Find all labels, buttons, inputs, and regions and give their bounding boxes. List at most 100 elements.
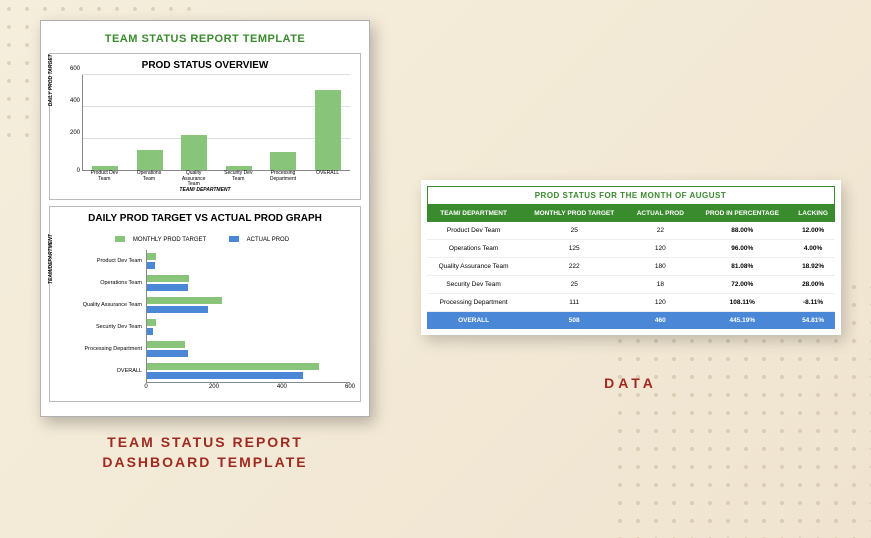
chart1-title: PROD STATUS OVERVIEW [56, 60, 354, 71]
chart1-bars [82, 75, 350, 171]
chart2-title: DAILY PROD TARGET VS ACTUAL PROD GRAPH [56, 213, 354, 224]
cell-actual: 120 [628, 240, 693, 258]
cell-target: 25 [521, 276, 628, 294]
table-footer: OVERALL 508 460 445.19% 54.81% [427, 312, 835, 330]
footer-lack: 54.81% [792, 312, 835, 330]
cell-lack: 28.00% [792, 276, 835, 294]
table-row: Security Dev Team 25 18 72.00% 28.00% [427, 276, 835, 294]
chart-prod-status-overview: PROD STATUS OVERVIEW DAILY PROD TARGET 0… [49, 53, 361, 200]
cell-lack: 18.92% [792, 258, 835, 276]
ycat: Quality Assurance Team [82, 302, 142, 308]
chart1-ylabel: DAILY PROD TARGET [48, 54, 54, 106]
cell-actual: 120 [628, 294, 693, 312]
cell-pct: 88.00% [693, 222, 792, 240]
table-row: Product Dev Team 25 22 88.00% 12.00% [427, 222, 835, 240]
xtick: 200 [209, 384, 219, 390]
xtick: 600 [345, 384, 355, 390]
right-caption: DATA [604, 375, 657, 391]
cell-target: 222 [521, 258, 628, 276]
ycat: Product Dev Team [82, 258, 142, 264]
chart2-plot: Product Dev Team Operations Team Quality… [82, 250, 350, 395]
xcat: Product Dev Team [86, 171, 122, 185]
cell-pct: 81.08% [693, 258, 792, 276]
xtick: 400 [277, 384, 287, 390]
th: ACTUAL PROD [628, 205, 693, 222]
cell-actual: 22 [628, 222, 693, 240]
xcat: Processing Department [265, 171, 301, 185]
hbar-row: OVERALL [146, 360, 350, 382]
ycat: Operations Team [82, 280, 142, 286]
footer-pct: 445.19% [693, 312, 792, 330]
cell-target: 25 [521, 222, 628, 240]
cell-team: Processing Department [427, 294, 521, 312]
ycat: Security Dev Team [82, 324, 142, 330]
chart1-xlabel: TEAM/ DEPARTMENT [56, 187, 354, 193]
footer-target: 508 [521, 312, 628, 330]
cell-pct: 72.00% [693, 276, 792, 294]
th: LACKING [792, 205, 835, 222]
legend-item: MONTHLY PROD TARGET [115, 237, 212, 243]
cell-team: Operations Team [427, 240, 521, 258]
ytick: 600 [70, 66, 80, 72]
sheet-title: TEAM STATUS REPORT TEMPLATE [49, 33, 361, 45]
footer-actual: 460 [628, 312, 693, 330]
cell-actual: 18 [628, 276, 693, 294]
left-caption: TEAM STATUS REPORT DASHBOARD TEMPLATE [102, 433, 307, 472]
cell-lack: 12.00% [792, 222, 835, 240]
cell-target: 125 [521, 240, 628, 258]
left-column: TEAM STATUS REPORT TEMPLATE PROD STATUS … [30, 20, 380, 518]
table-row: Operations Team 125 120 96.00% 4.00% [427, 240, 835, 258]
th: PROD IN PERCENTAGE [693, 205, 792, 222]
hbar-row: Processing Department [146, 338, 350, 360]
xcat: Quality Assurance Team [176, 171, 212, 185]
chart2-bars: Product Dev Team Operations Team Quality… [146, 250, 350, 383]
cell-pct: 108.11% [693, 294, 792, 312]
legend-label: MONTHLY PROD TARGET [133, 237, 206, 243]
cell-actual: 180 [628, 258, 693, 276]
hbar-row: Quality Assurance Team [146, 294, 350, 316]
chart1-yticks: 0 200 400 600 [60, 75, 80, 171]
xcat: Security Dev Team [220, 171, 256, 185]
caption-line: DASHBOARD TEMPLATE [102, 453, 307, 473]
table-row: Quality Assurance Team 222 180 81.08% 18… [427, 258, 835, 276]
prod-status-table: TEAM/ DEPARTMENT MONTHLY PROD TARGET ACT… [427, 205, 835, 329]
cell-pct: 96.00% [693, 240, 792, 258]
bar [137, 150, 163, 170]
right-column: PROD STATUS FOR THE MONTH OF AUGUST TEAM… [420, 20, 841, 518]
bar [315, 90, 341, 170]
ycat: Processing Department [82, 346, 142, 352]
chart2-ylabel: TEAM/DEPARTMENT [48, 234, 54, 284]
chart-target-vs-actual: DAILY PROD TARGET VS ACTUAL PROD GRAPH M… [49, 206, 361, 402]
table-body: Product Dev Team 25 22 88.00% 12.00% Ope… [427, 222, 835, 312]
hbar-row: Security Dev Team [146, 316, 350, 338]
xcat: OVERALL [310, 171, 346, 185]
bar [270, 152, 296, 170]
legend-label: ACTUAL PROD [247, 237, 289, 243]
hbar-row: Operations Team [146, 272, 350, 294]
legend-item: ACTUAL PROD [229, 237, 295, 243]
chart2-xticks: 0 200 400 600 [146, 383, 350, 395]
table-row: Processing Department 111 120 108.11% -8… [427, 294, 835, 312]
cell-target: 111 [521, 294, 628, 312]
chart1-plot: 0 200 400 600 [82, 75, 350, 185]
table-header: TEAM/ DEPARTMENT MONTHLY PROD TARGET ACT… [427, 205, 835, 222]
xtick: 0 [144, 384, 147, 390]
report-sheet: TEAM STATUS REPORT TEMPLATE PROD STATUS … [40, 20, 370, 417]
table-title: PROD STATUS FOR THE MONTH OF AUGUST [427, 186, 835, 205]
bar [181, 135, 207, 170]
chart2-legend: MONTHLY PROD TARGET ACTUAL PROD [56, 228, 354, 246]
hbar-row: Product Dev Team [146, 250, 350, 272]
cell-team: Security Dev Team [427, 276, 521, 294]
cell-team: Product Dev Team [427, 222, 521, 240]
cell-team: Quality Assurance Team [427, 258, 521, 276]
th: MONTHLY PROD TARGET [521, 205, 628, 222]
canvas: TEAM STATUS REPORT TEMPLATE PROD STATUS … [0, 0, 871, 538]
caption-line: TEAM STATUS REPORT [102, 433, 307, 453]
xcat: Operations Team [131, 171, 167, 185]
ytick: 400 [70, 98, 80, 104]
ycat: OVERALL [82, 368, 142, 374]
cell-lack: 4.00% [792, 240, 835, 258]
chart1-xlabels: Product Dev Team Operations Team Quality… [82, 171, 350, 185]
th: TEAM/ DEPARTMENT [427, 205, 521, 222]
cell-lack: -8.11% [792, 294, 835, 312]
